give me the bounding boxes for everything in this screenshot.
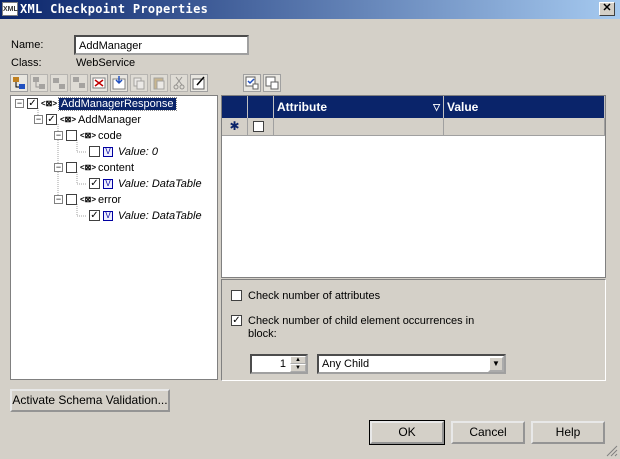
tree-toolbar [10, 74, 208, 92]
check-children-label: Check number of child element occurrence… [248, 315, 475, 327]
node-checkbox[interactable] [89, 146, 100, 157]
window-title: XML Checkpoint Properties [20, 2, 209, 16]
xml-element-icon: <⊠> [41, 98, 58, 108]
tree-node-addmanager[interactable]: − ✓ <⊠> AddManager [34, 112, 141, 127]
tree-node-content[interactable]: − <⊠> content [54, 160, 134, 175]
collapse-icon[interactable]: − [54, 163, 63, 172]
node-checkbox[interactable] [66, 130, 77, 141]
add-before-icon[interactable] [50, 74, 68, 92]
new-row-check-cell[interactable] [248, 118, 274, 136]
import-xml-icon[interactable] [110, 74, 128, 92]
tree-node-label: AddManagerResponse [58, 96, 177, 111]
node-checkbox[interactable]: ✓ [46, 114, 57, 125]
tree-node-label: Value: DataTable [118, 209, 202, 222]
grid-check-header [248, 96, 274, 118]
name-label: Name: [11, 39, 44, 51]
copy-icon[interactable] [130, 74, 148, 92]
node-checkbox[interactable]: ✓ [27, 98, 38, 109]
collapse-icon[interactable]: − [15, 99, 24, 108]
xml-tree[interactable]: − ✓ <⊠> AddManagerResponse − ✓ <⊠> AddMa… [10, 95, 218, 380]
attribute-grid[interactable]: Attribute ▽ Value ✱ [221, 95, 606, 278]
new-row-marker-icon: ✱ [222, 118, 248, 136]
spinner-value[interactable]: 1 [280, 358, 286, 370]
delete-xml-icon[interactable] [90, 74, 108, 92]
activate-schema-validation-button[interactable]: Activate Schema Validation... [10, 389, 170, 412]
spin-down-icon[interactable]: ▼ [290, 364, 306, 372]
node-checkbox[interactable]: ✓ [89, 210, 100, 221]
xml-element-icon: <⊠> [80, 194, 97, 204]
collapse-icon[interactable]: − [34, 115, 43, 124]
cut-icon[interactable] [170, 74, 188, 92]
new-row-value-cell[interactable] [444, 118, 605, 136]
value-icon: V [103, 146, 113, 157]
add-child-icon[interactable] [10, 74, 28, 92]
tree-node-error[interactable]: − <⊠> error [54, 192, 121, 207]
deselect-icon[interactable] [263, 74, 281, 92]
xml-element-icon: <⊠> [60, 114, 77, 124]
name-input[interactable]: AddManager [74, 35, 249, 55]
grid-corner-header [222, 96, 248, 118]
chevron-down-icon[interactable]: ▼ [488, 356, 504, 372]
spin-up-icon[interactable]: ▲ [290, 356, 306, 364]
value-icon: V [103, 178, 113, 189]
tree-node-content-value[interactable]: ✓ V Value: DataTable [89, 176, 202, 191]
tree-node-label: code [98, 129, 122, 142]
tree-node-error-value[interactable]: ✓ V Value: DataTable [89, 208, 202, 223]
add-sibling-icon[interactable] [30, 74, 48, 92]
edit-icon[interactable] [190, 74, 208, 92]
column-header-attribute[interactable]: Attribute ▽ [274, 96, 444, 118]
resize-grip-icon[interactable] [606, 445, 618, 457]
xml-app-icon: XML [2, 2, 18, 16]
tree-node-label: error [98, 193, 122, 206]
check-attributes-label: Check number of attributes [248, 290, 381, 302]
tree-node-code-value[interactable]: V Value: 0 [89, 144, 158, 159]
occurrence-spinner[interactable]: 1 ▲ ▼ [250, 354, 308, 374]
node-checkbox[interactable]: ✓ [89, 178, 100, 189]
node-checkbox[interactable] [66, 194, 77, 205]
new-row-attribute-cell[interactable] [274, 118, 444, 136]
check-children-label-cont: block: [248, 328, 277, 340]
cancel-button[interactable]: Cancel [451, 421, 525, 444]
tree-node-addmanagerresponse[interactable]: − ✓ <⊠> AddManagerResponse [15, 96, 177, 111]
close-button[interactable]: ✕ [599, 2, 615, 16]
paste-icon[interactable] [150, 74, 168, 92]
node-checkbox[interactable] [66, 162, 77, 173]
class-value: WebService [76, 57, 136, 69]
xml-element-icon: <⊠> [80, 162, 97, 172]
add-after-icon[interactable] [70, 74, 88, 92]
tree-node-label: Value: DataTable [118, 177, 202, 190]
check-attributes-checkbox[interactable] [231, 290, 242, 301]
class-label: Class: [11, 57, 42, 69]
child-select-value: Any Child [322, 358, 370, 370]
ok-button[interactable]: OK [369, 420, 445, 445]
help-button[interactable]: Help [531, 421, 605, 444]
value-icon: V [103, 210, 113, 221]
new-row-checkbox[interactable] [253, 121, 264, 132]
tree-node-label: AddManager [78, 113, 141, 126]
filter-icon[interactable]: ▽ [433, 96, 440, 118]
grid-toolbar [243, 74, 281, 92]
tree-node-label: Value: 0 [118, 145, 158, 158]
xml-element-icon: <⊠> [80, 130, 97, 140]
collapse-icon[interactable]: − [54, 131, 63, 140]
column-header-value[interactable]: Value [444, 96, 605, 118]
select-icon[interactable] [243, 74, 261, 92]
tree-node-code[interactable]: − <⊠> code [54, 128, 122, 143]
collapse-icon[interactable]: − [54, 195, 63, 204]
check-children-checkbox[interactable]: ✓ [231, 315, 242, 326]
tree-node-label: content [98, 161, 135, 174]
child-select[interactable]: Any Child ▼ [317, 354, 506, 374]
